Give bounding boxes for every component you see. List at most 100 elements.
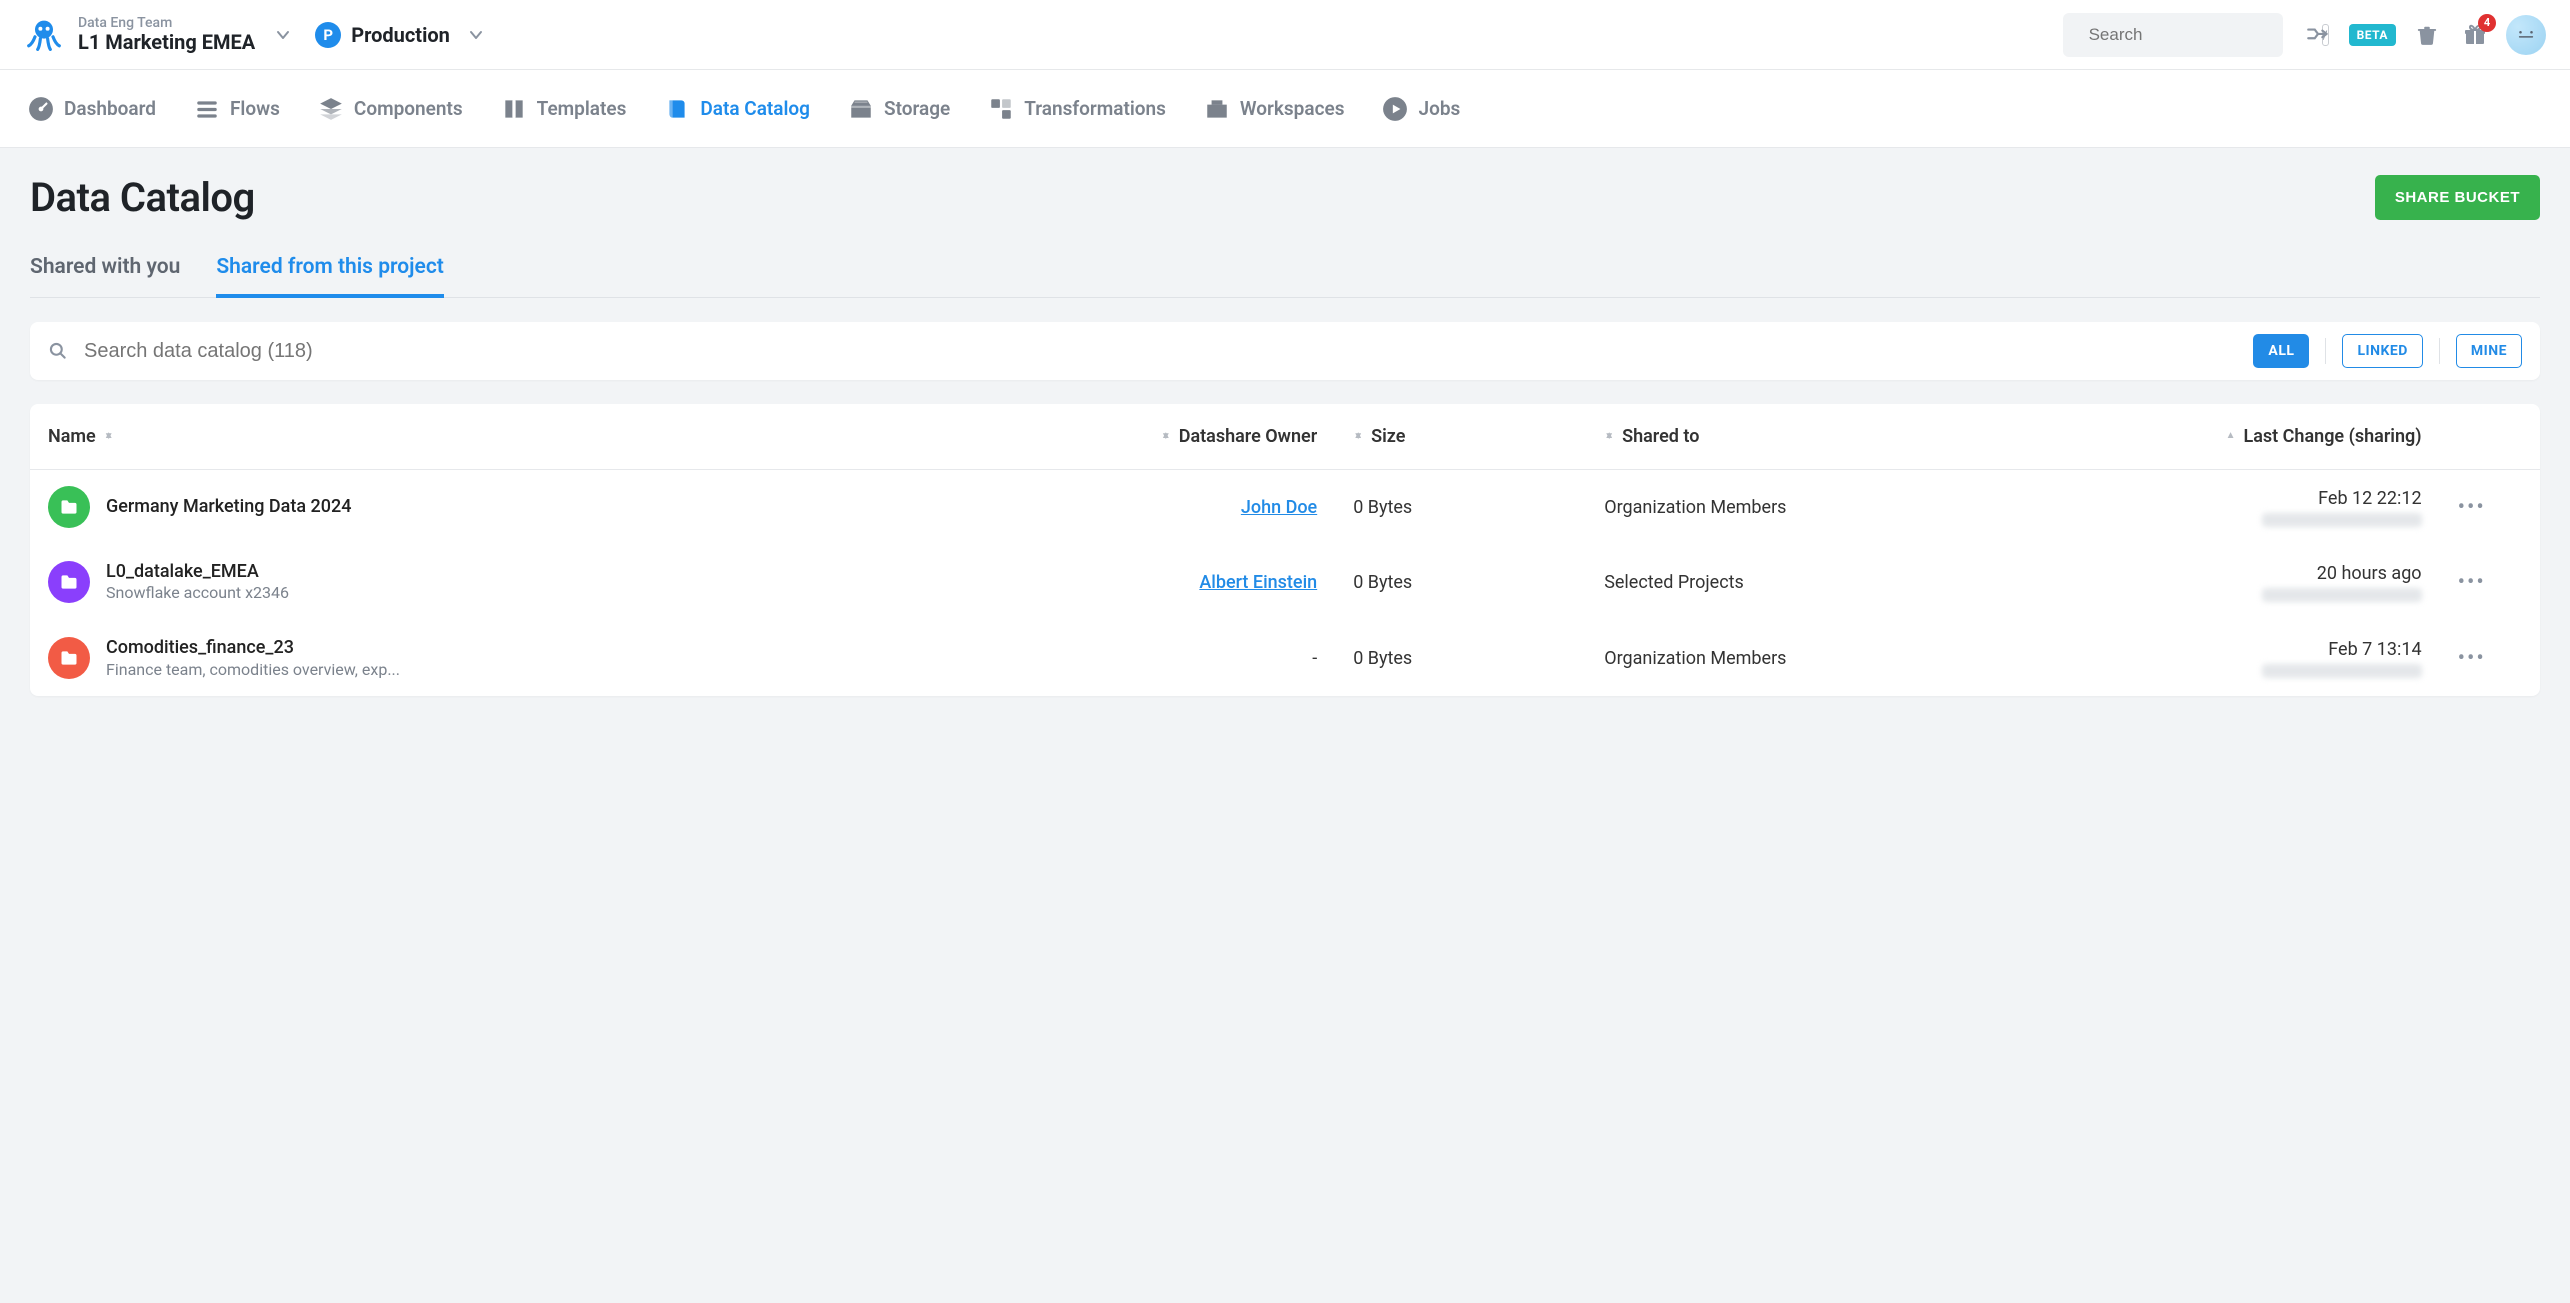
col-last-label: Last Change (sharing) bbox=[2243, 426, 2421, 447]
tab-shared-from-project[interactable]: Shared from this project bbox=[216, 247, 443, 297]
table-row[interactable]: Comodities_finance_23Finance team, comod… bbox=[30, 620, 2540, 696]
notification-count: 4 bbox=[2478, 14, 2496, 32]
nav-flows[interactable]: Flows bbox=[190, 90, 284, 128]
catalog-table-card: Name Datashare Owner Size bbox=[30, 404, 2540, 696]
shared-to-value: Organization Members bbox=[1604, 497, 1786, 518]
pill-separator bbox=[2325, 338, 2326, 364]
sort-icon bbox=[104, 436, 114, 437]
nav-label: Storage bbox=[884, 97, 950, 120]
jobs-icon bbox=[1382, 96, 1408, 122]
chevron-down-icon bbox=[468, 27, 484, 43]
environment-selector[interactable]: P Production bbox=[315, 21, 490, 49]
main-nav: Dashboard Flows Components Templates Dat… bbox=[0, 70, 2570, 148]
col-size[interactable]: Size bbox=[1335, 404, 1586, 470]
nav-label: Jobs bbox=[1418, 97, 1460, 120]
folder-icon bbox=[48, 486, 90, 528]
page-body: Data Catalog SHARE BUCKET Shared with yo… bbox=[0, 148, 2570, 1303]
filter-pill-linked[interactable]: LINKED bbox=[2342, 334, 2422, 368]
share-bucket-button[interactable]: SHARE BUCKET bbox=[2375, 175, 2540, 220]
nav-transformations[interactable]: Transformations bbox=[984, 90, 1170, 128]
nav-label: Components bbox=[354, 97, 463, 120]
size-value: 0 Bytes bbox=[1353, 648, 1412, 669]
row-subtitle: Finance team, comodities overview, exp..… bbox=[106, 660, 400, 681]
owner-link[interactable]: Albert Einstein bbox=[1199, 572, 1317, 593]
gift-button[interactable]: 4 bbox=[2458, 18, 2492, 52]
filter-pill-all[interactable]: ALL bbox=[2253, 334, 2309, 368]
team-name: Data Eng Team bbox=[78, 15, 255, 31]
env-chevron[interactable] bbox=[462, 21, 490, 49]
filter-pill-mine[interactable]: MINE bbox=[2456, 334, 2522, 368]
project-selector[interactable]: Data Eng Team L1 Marketing EMEA bbox=[78, 15, 255, 54]
col-shared-label: Shared to bbox=[1622, 426, 1699, 447]
sort-icon bbox=[1161, 436, 1171, 437]
avatar-face-icon bbox=[2515, 29, 2537, 41]
global-search-input[interactable] bbox=[2089, 25, 2310, 45]
env-badge: P bbox=[315, 22, 341, 48]
page-header: Data Catalog SHARE BUCKET bbox=[30, 174, 2540, 221]
catalog-table: Name Datashare Owner Size bbox=[30, 404, 2540, 696]
transformations-icon bbox=[988, 96, 1014, 122]
row-actions-menu[interactable]: ••• bbox=[2458, 570, 2486, 595]
sort-icon bbox=[1353, 436, 1363, 437]
book-icon bbox=[664, 96, 690, 122]
col-size-label: Size bbox=[1371, 426, 1405, 447]
redacted-email bbox=[2262, 664, 2422, 678]
tab-shared-with-you[interactable]: Shared with you bbox=[30, 247, 180, 297]
user-avatar[interactable] bbox=[2506, 15, 2546, 55]
sort-icon bbox=[1604, 436, 1614, 437]
col-owner-label: Datashare Owner bbox=[1179, 426, 1317, 447]
storage-icon bbox=[848, 96, 874, 122]
shared-to-value: Selected Projects bbox=[1604, 572, 1744, 593]
project-chevron[interactable] bbox=[269, 21, 297, 49]
nav-label: Data Catalog bbox=[700, 97, 810, 120]
templates-icon bbox=[501, 96, 527, 122]
nav-components[interactable]: Components bbox=[314, 90, 467, 128]
pipeline-icon bbox=[2305, 22, 2331, 48]
nav-storage[interactable]: Storage bbox=[844, 90, 954, 128]
flows-icon bbox=[194, 96, 220, 122]
search-icon bbox=[48, 341, 68, 361]
owner-link[interactable]: John Doe bbox=[1241, 497, 1317, 518]
trash-icon bbox=[2416, 24, 2438, 46]
redacted-email bbox=[2262, 588, 2422, 602]
project-name: L1 Marketing EMEA bbox=[78, 31, 255, 54]
table-row[interactable]: Germany Marketing Data 2024 John Doe 0 Byt… bbox=[30, 470, 2540, 545]
pipeline-icon-button[interactable] bbox=[2301, 18, 2335, 52]
col-name[interactable]: Name bbox=[30, 404, 984, 470]
dashboard-icon bbox=[28, 96, 54, 122]
last-change-value: Feb 7 13:14 bbox=[2328, 639, 2421, 660]
folder-icon bbox=[48, 561, 90, 603]
row-name: L0_datalake_EMEA bbox=[106, 560, 289, 583]
col-shared-to[interactable]: Shared to bbox=[1586, 404, 1988, 470]
nav-label: Transformations bbox=[1024, 97, 1166, 120]
col-name-label: Name bbox=[48, 426, 96, 447]
owner-value: - bbox=[1312, 648, 1317, 669]
nav-label: Templates bbox=[537, 97, 627, 120]
filter-bar: ALL LINKED MINE bbox=[30, 322, 2540, 380]
sort-icon bbox=[2226, 436, 2236, 437]
chevron-down-icon bbox=[275, 27, 291, 43]
col-owner[interactable]: Datashare Owner bbox=[984, 404, 1335, 470]
row-actions-menu[interactable]: ••• bbox=[2458, 646, 2486, 671]
col-last-change[interactable]: Last Change (sharing) bbox=[1988, 404, 2440, 470]
catalog-search-input[interactable] bbox=[84, 340, 2237, 363]
catalog-tabs: Shared with you Shared from this project bbox=[30, 247, 2540, 298]
env-name: Production bbox=[351, 23, 450, 47]
shared-to-value: Organization Members bbox=[1604, 648, 1786, 669]
app-logo bbox=[24, 15, 64, 55]
workspaces-icon bbox=[1204, 96, 1230, 122]
global-search[interactable]: / bbox=[2063, 13, 2283, 57]
nav-data-catalog[interactable]: Data Catalog bbox=[660, 90, 814, 128]
row-name: Germany Marketing Data 2024 bbox=[106, 495, 351, 518]
row-actions-menu[interactable]: ••• bbox=[2458, 495, 2486, 520]
size-value: 0 Bytes bbox=[1353, 572, 1412, 593]
nav-jobs[interactable]: Jobs bbox=[1378, 90, 1464, 128]
last-change-value: Feb 12 22:12 bbox=[2318, 488, 2421, 509]
trash-button[interactable] bbox=[2410, 18, 2444, 52]
row-name: Comodities_finance_23 bbox=[106, 636, 400, 659]
nav-templates[interactable]: Templates bbox=[497, 90, 631, 128]
size-value: 0 Bytes bbox=[1353, 497, 1412, 518]
table-row[interactable]: L0_datalake_EMEASnowflake account x2346A… bbox=[30, 544, 2540, 620]
nav-workspaces[interactable]: Workspaces bbox=[1200, 90, 1349, 128]
nav-dashboard[interactable]: Dashboard bbox=[24, 90, 160, 128]
